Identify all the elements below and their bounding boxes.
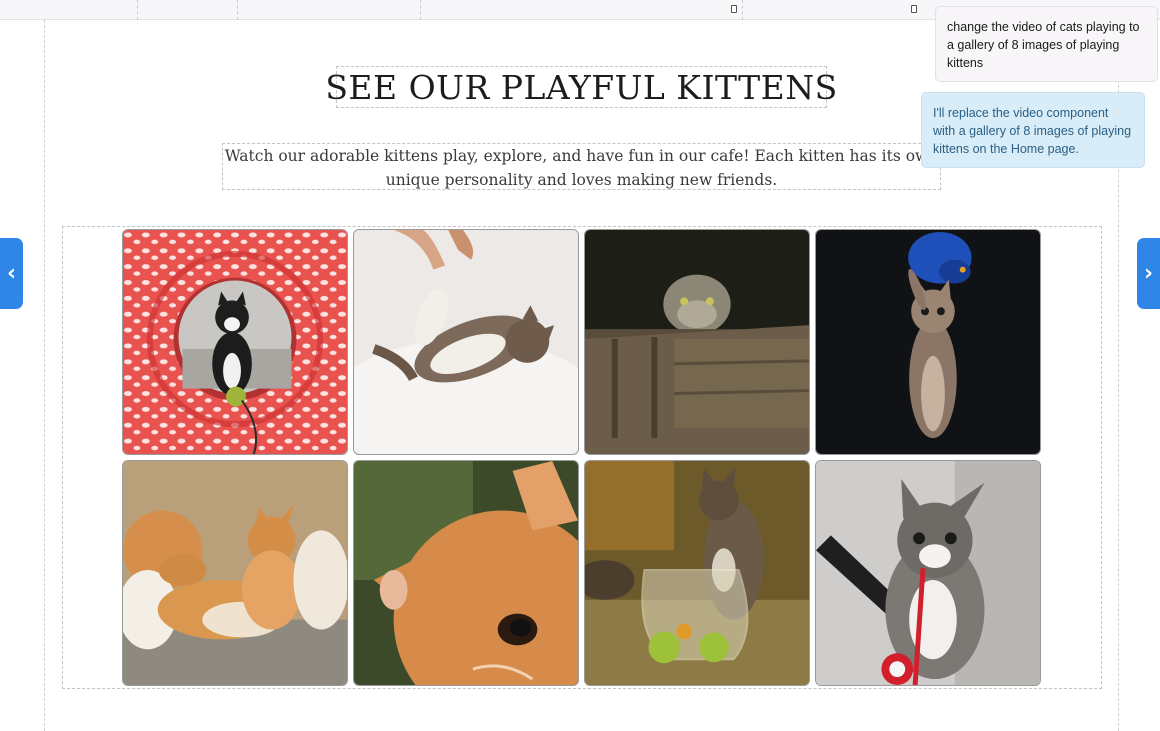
gallery-image-1[interactable] xyxy=(122,229,348,455)
next-slide-button[interactable]: › xyxy=(1137,238,1160,309)
gallery-image-2[interactable] xyxy=(353,229,579,455)
gallery-image-8[interactable] xyxy=(815,460,1041,686)
kitten-gallery[interactable] xyxy=(62,226,1102,689)
user-chat-message: change the video of cats playing to a ga… xyxy=(935,6,1158,82)
layout-guide-left xyxy=(44,20,45,731)
gallery-image-3[interactable] xyxy=(584,229,810,455)
description-line-1: Watch our adorable kittens play, explore… xyxy=(224,147,939,165)
resize-handle-icon[interactable] xyxy=(911,5,917,13)
previous-slide-button[interactable]: ‹ xyxy=(0,238,23,309)
kitten-feather-image xyxy=(816,230,1040,454)
gallery-image-5[interactable] xyxy=(122,460,348,686)
description-block[interactable]: Watch our adorable kittens play, explore… xyxy=(222,143,941,190)
sleeping-kittens-image xyxy=(123,461,347,685)
manul-crate-image xyxy=(585,230,809,454)
kitten-fishbowl-image xyxy=(585,461,809,685)
toolbar-divider xyxy=(742,0,743,20)
page-title: SEE OUR PLAYFUL KITTENS xyxy=(325,67,838,107)
assistant-message-text: I'll replace the video component with a … xyxy=(933,106,1132,156)
assistant-chat-message: I'll replace the video component with a … xyxy=(921,92,1145,168)
chevron-right-icon: › xyxy=(1143,261,1154,286)
gallery-image-6[interactable] xyxy=(353,460,579,686)
gallery-image-4[interactable] xyxy=(815,229,1041,455)
description-line-2: unique personality and loves making new … xyxy=(385,171,778,189)
kitten-rug-image xyxy=(354,230,578,454)
resize-handle-icon[interactable] xyxy=(731,5,737,13)
orange-kitten-closeup-image xyxy=(354,461,578,685)
kitten-tunnel-image xyxy=(123,230,347,454)
toolbar-divider xyxy=(420,0,421,20)
toolbar-divider xyxy=(237,0,238,20)
user-message-text: change the video of cats playing to a ga… xyxy=(947,20,1140,70)
kitten-red-toy-image xyxy=(816,461,1040,685)
gallery-image-7[interactable] xyxy=(584,460,810,686)
heading-block[interactable]: SEE OUR PLAYFUL KITTENS xyxy=(325,66,837,108)
toolbar-divider xyxy=(137,0,138,20)
chevron-left-icon: ‹ xyxy=(6,261,17,286)
